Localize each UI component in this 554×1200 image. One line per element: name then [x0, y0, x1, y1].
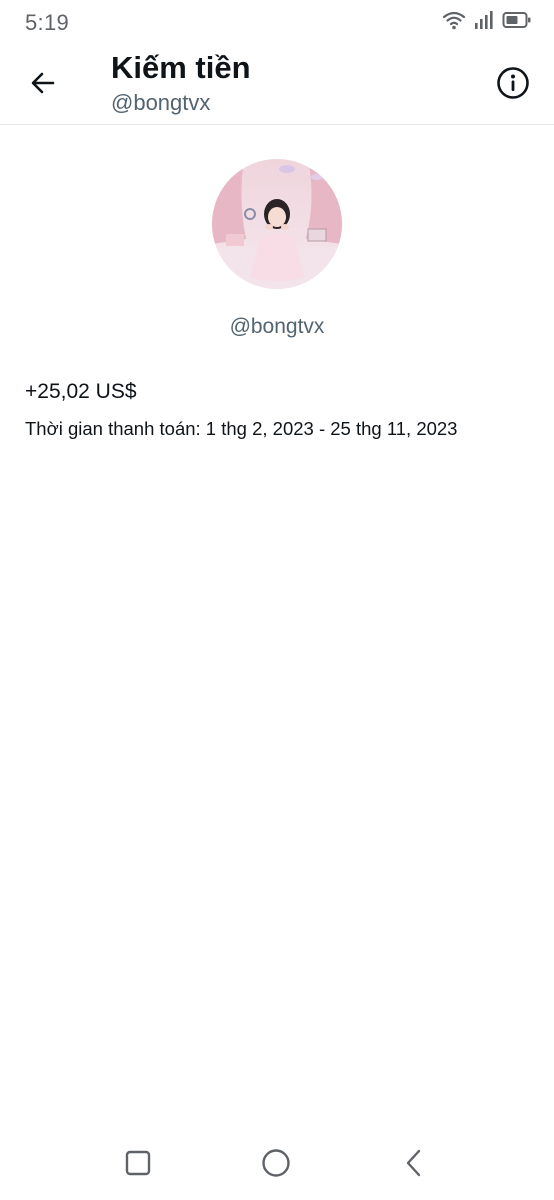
back-chevron-icon [403, 1149, 425, 1182]
arrow-left-icon [29, 69, 57, 102]
profile-photo [212, 159, 342, 289]
profile-handle: @bongtvx [229, 315, 325, 338]
app-header: Kiếm tiền @bongtvx [0, 46, 554, 125]
wifi-icon [442, 10, 466, 35]
battery-icon [502, 10, 532, 35]
home-circle-icon [261, 1148, 291, 1183]
page-title: Kiếm tiền [111, 50, 251, 85]
system-back-button[interactable] [397, 1148, 431, 1182]
recents-square-icon [125, 1150, 151, 1181]
earnings-amount: +25,02 US$ [25, 380, 137, 403]
status-time: 5:19 [25, 10, 70, 35]
payment-period: Thời gian thanh toán: 1 thg 2, 2023 - 25… [25, 418, 458, 439]
home-button[interactable] [259, 1148, 293, 1182]
page-subtitle: @bongtvx [111, 90, 211, 115]
title-block: Kiếm tiền @bongtvx [111, 50, 251, 118]
status-bar: 5:19 [0, 0, 554, 46]
screen: 5:19 Kiếm tiền @bongtvx @bongtvx +25,02 … [0, 0, 554, 1200]
info-icon [496, 66, 530, 105]
system-nav-bar [0, 1140, 554, 1188]
info-button[interactable] [492, 64, 534, 106]
recents-button[interactable] [121, 1148, 155, 1182]
back-button[interactable] [22, 64, 64, 106]
avatar[interactable] [212, 159, 342, 289]
signal-icon [474, 10, 494, 35]
status-icons [442, 10, 532, 35]
